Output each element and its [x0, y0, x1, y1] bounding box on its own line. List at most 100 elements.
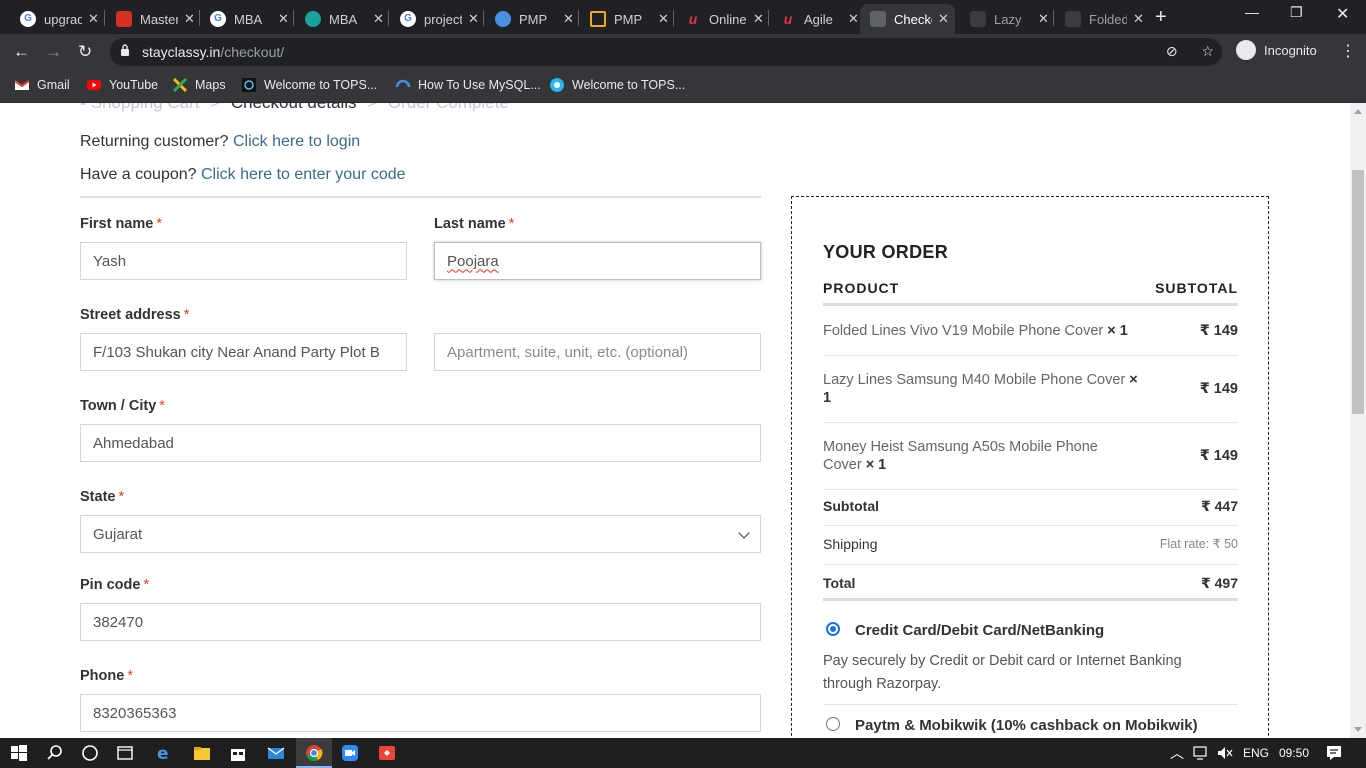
order-item: Money Heist Samsung A50s Mobile Phone Co… — [823, 439, 1238, 473]
close-icon[interactable]: ✕ — [278, 11, 289, 27]
tab-agile[interactable]: u Agile ✕ — [770, 4, 863, 34]
payment-radio-card[interactable] — [826, 622, 840, 636]
mail-icon[interactable] — [267, 744, 285, 762]
menu-icon[interactable]: ⋮ — [1340, 41, 1356, 61]
close-icon[interactable]: ✕ — [1038, 11, 1049, 27]
clock[interactable]: 09:50 — [1279, 746, 1309, 760]
state-select[interactable]: Gujarat — [80, 515, 761, 553]
close-icon[interactable]: ✕ — [88, 11, 99, 27]
close-icon[interactable]: ✕ — [848, 11, 859, 27]
search-icon[interactable] — [46, 744, 64, 762]
close-icon[interactable]: ✕ — [753, 11, 764, 27]
bookmark-maps[interactable]: Maps — [172, 77, 226, 93]
edge-icon[interactable]: e — [155, 744, 173, 762]
login-link[interactable]: Click here to login — [233, 133, 360, 150]
eye-off-icon[interactable]: ⊘ — [1166, 43, 1178, 59]
anydesk-icon[interactable] — [378, 744, 396, 762]
breadcrumb-shopping-cart[interactable]: Shopping Cart — [91, 103, 200, 112]
windows-start-icon[interactable] — [10, 744, 28, 762]
payment-label-card[interactable]: Credit Card/Debit Card/NetBanking — [855, 622, 1104, 639]
address-bar[interactable]: stayclassy.in/checkout/ ⊘ ☆ — [110, 38, 1222, 66]
city-input[interactable]: Ahmedabad — [80, 424, 761, 462]
tab-masters[interactable]: Masters ✕ — [106, 4, 199, 34]
pin-code-input[interactable]: 382470 — [80, 603, 761, 641]
first-name-label: First name * — [80, 216, 162, 232]
window-close-icon[interactable]: ✕ — [1336, 4, 1349, 24]
google-icon: G — [210, 11, 226, 27]
tab-mba-2[interactable]: MBA ✕ — [295, 4, 388, 34]
tab-mba-1[interactable]: G MBA ✕ — [200, 4, 293, 34]
street-address-label: Street address * — [80, 307, 190, 323]
tops-icon — [242, 78, 256, 92]
tab-title: upgrad — [44, 11, 82, 27]
tab-project[interactable]: G project ✕ — [390, 4, 483, 34]
apartment-input[interactable]: Apartment, suite, unit, etc. (optional) — [434, 333, 761, 371]
map-pin-icon — [305, 11, 321, 27]
cortana-icon[interactable] — [81, 744, 99, 762]
close-icon[interactable]: ✕ — [1133, 11, 1144, 27]
mysql-icon — [395, 79, 411, 88]
bookmark-mysql[interactable]: How To Use MySQL... — [395, 77, 541, 93]
close-icon[interactable]: ✕ — [658, 11, 669, 27]
new-tab-icon[interactable]: + — [1155, 6, 1167, 29]
breadcrumb-order-complete: Order Complete — [388, 103, 509, 112]
incognito-indicator[interactable]: Incognito — [1236, 40, 1317, 60]
tab-upgrad[interactable]: G upgrad ✕ — [10, 4, 103, 34]
youtube-icon — [87, 80, 101, 90]
subtotal-row: Subtotal ₹ 447 — [823, 498, 1238, 514]
tab-folded[interactable]: Folded ✕ — [1055, 4, 1148, 34]
divider — [80, 196, 761, 198]
udemy-icon: u — [783, 11, 793, 27]
file-explorer-icon[interactable] — [193, 744, 211, 762]
tab-checkout[interactable]: Checkout ✕ — [860, 4, 955, 34]
network-icon[interactable] — [1193, 744, 1211, 762]
tab-online[interactable]: u Online ✕ — [675, 4, 768, 34]
tab-title: Lazy — [994, 11, 1022, 27]
close-icon[interactable]: ✕ — [184, 11, 195, 27]
tab-pmp-1[interactable]: PMP ✕ — [485, 4, 578, 34]
payment-label-paytm[interactable]: Paytm & Mobikwik (10% cashback on Mobikw… — [855, 717, 1198, 734]
page-scrollbar[interactable] — [1350, 103, 1366, 738]
store-icon[interactable] — [229, 744, 247, 762]
chart-icon — [590, 11, 606, 27]
volume-muted-icon[interactable] — [1216, 744, 1234, 762]
bookmark-gmail[interactable]: Gmail — [14, 77, 70, 93]
task-view-icon[interactable] — [116, 744, 134, 762]
back-icon[interactable]: ← — [13, 42, 30, 62]
restore-icon[interactable]: ❐ — [1290, 4, 1303, 21]
scroll-up-icon[interactable] — [1354, 109, 1362, 114]
close-icon[interactable]: ✕ — [938, 11, 949, 27]
chrome-taskbar-button[interactable] — [296, 738, 332, 768]
close-icon[interactable]: ✕ — [468, 11, 479, 27]
bookmark-tops-2[interactable]: Welcome to TOPS... — [549, 77, 685, 93]
street-address-input[interactable]: F/103 Shukan city Near Anand Party Plot … — [80, 333, 407, 371]
bookmark-youtube[interactable]: YouTube — [86, 77, 158, 93]
windows-taskbar: e ︿ ENG 09:50 — [0, 738, 1366, 768]
tab-title: Checkout — [894, 11, 932, 27]
zoom-icon[interactable] — [341, 744, 359, 762]
phone-input[interactable]: 8320365363 — [80, 694, 761, 732]
coupon-link[interactable]: Click here to enter your code — [201, 166, 406, 183]
bookmark-tops-1[interactable]: Welcome to TOPS... — [241, 77, 377, 93]
tab-lazy[interactable]: Lazy ✕ — [960, 4, 1053, 34]
close-icon[interactable]: ✕ — [373, 11, 384, 27]
reload-icon[interactable]: ↻ — [78, 42, 92, 62]
stayclassy-icon — [970, 11, 986, 27]
returning-customer-notice: Returning customer? Click here to login — [80, 133, 361, 150]
state-label: State * — [80, 489, 125, 505]
language-indicator[interactable]: ENG — [1243, 746, 1269, 760]
tray-chevron-up-icon[interactable]: ︿ — [1170, 743, 1184, 763]
payment-radio-paytm[interactable] — [826, 717, 840, 731]
minimize-icon[interactable]: — — [1245, 4, 1259, 20]
scroll-thumb[interactable] — [1352, 170, 1364, 414]
tab-title: PMP — [614, 11, 643, 27]
tab-pmp-2[interactable]: PMP ✕ — [580, 4, 673, 34]
forward-icon[interactable]: → — [45, 42, 62, 62]
close-icon[interactable]: ✕ — [563, 11, 574, 27]
scroll-down-icon[interactable] — [1354, 727, 1362, 732]
first-name-input[interactable]: Yash — [80, 242, 407, 280]
star-icon[interactable]: ☆ — [1201, 43, 1214, 59]
last-name-input[interactable]: Poojara — [434, 242, 761, 280]
action-center-icon[interactable] — [1325, 744, 1343, 762]
google-icon: G — [20, 11, 36, 27]
